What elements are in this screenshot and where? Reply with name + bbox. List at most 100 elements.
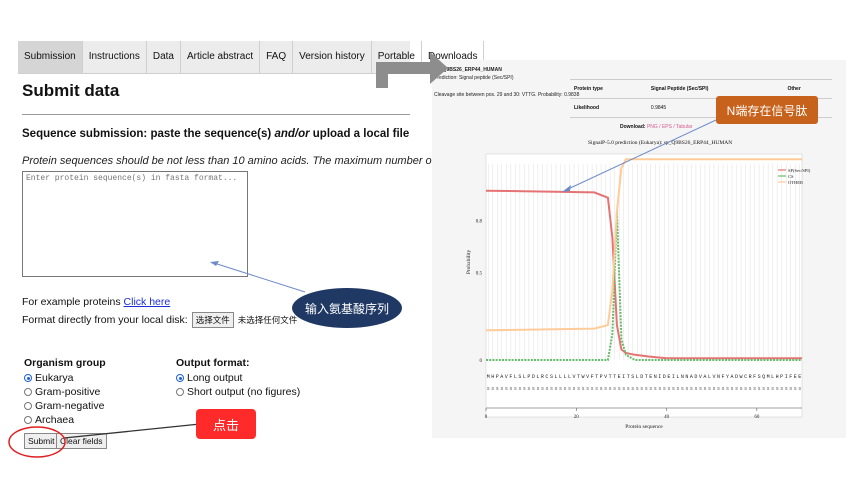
sequence-letter: L xyxy=(771,374,774,380)
sequence-label-row: S xyxy=(609,386,612,392)
sequence-label-row: S xyxy=(740,386,743,392)
sequence-label-row: S xyxy=(622,386,625,392)
sequence-label-row: S xyxy=(713,386,716,392)
x-tick-label: 20 xyxy=(574,415,580,420)
sequence-letter: T xyxy=(613,374,616,380)
sequence-label-row: S xyxy=(523,386,526,392)
submit-button[interactable]: Submit xyxy=(24,433,59,449)
x-tick-label: 40 xyxy=(664,415,670,420)
option-label: Gram-negative xyxy=(35,400,105,412)
example-text: For example proteins xyxy=(22,296,124,308)
sequence-letter: V xyxy=(586,374,589,380)
tab-portable[interactable]: Portable xyxy=(372,41,422,73)
sequence-letter: L xyxy=(554,374,557,380)
tab-version-history[interactable]: Version history xyxy=(293,41,372,73)
sequence-letter: S xyxy=(631,374,634,380)
section-heading: Sequence submission: paste the sequence(… xyxy=(22,128,409,140)
sequence-label-row: S xyxy=(519,386,522,392)
organism-option-gram-negative[interactable]: Gram-negative xyxy=(24,399,106,413)
x-tick-label: 60 xyxy=(754,415,760,420)
tab-submission[interactable]: Submission xyxy=(18,41,83,73)
sequence-label-row: S xyxy=(780,386,783,392)
legend-label: CS xyxy=(788,174,794,179)
sequence-input[interactable] xyxy=(22,171,248,277)
sequence-label-row: S xyxy=(708,386,711,392)
sequence-letter: D xyxy=(640,374,643,380)
sequence-letter: E xyxy=(667,374,670,380)
sequence-label-row: S xyxy=(618,386,621,392)
sequence-letter: L xyxy=(514,374,517,380)
sequence-letter: S xyxy=(518,374,521,380)
sequence-label-row: S xyxy=(785,386,788,392)
sequence-letter: A xyxy=(703,374,706,380)
sequence-label-row: S xyxy=(595,386,598,392)
sequence-label-row: S xyxy=(722,386,725,392)
sequence-label-row: S xyxy=(550,386,553,392)
radio-icon[interactable] xyxy=(24,374,32,382)
output-option-long[interactable]: Long output xyxy=(176,371,300,385)
radio-icon[interactable] xyxy=(24,388,32,396)
sequence-letter: P xyxy=(780,374,783,380)
sequence-label-row: S xyxy=(559,386,562,392)
legend-label: OTHER xyxy=(788,180,803,185)
tab-instructions[interactable]: Instructions xyxy=(83,41,147,73)
sequence-letter: L xyxy=(636,374,639,380)
y-tick-label: 0.5 xyxy=(476,272,483,277)
sequence-letter: N xyxy=(717,374,720,380)
sequence-label-row: S xyxy=(717,386,720,392)
organism-option-archaea[interactable]: Archaea xyxy=(24,413,106,427)
sequence-letter: Y xyxy=(726,374,729,380)
n-terminal-callout: N端存在信号肽 xyxy=(716,96,818,124)
sequence-label-row: S xyxy=(541,386,544,392)
sequence-letter: L xyxy=(708,374,711,380)
option-label: Archaea xyxy=(35,414,75,426)
sequence-label-row: S xyxy=(582,386,585,392)
choose-file-button[interactable]: 选择文件 xyxy=(191,312,234,328)
sequence-label-row: S xyxy=(749,386,752,392)
sequence-label-row: S xyxy=(555,386,558,392)
sequence-letter: Q xyxy=(762,374,765,380)
organism-group: Organism group Eukarya Gram-positive Gra… xyxy=(24,357,106,427)
sequence-letter: S xyxy=(758,374,761,380)
sequence-letter: V xyxy=(604,374,607,380)
sequence-label-row: S xyxy=(704,386,707,392)
sequence-letter: D xyxy=(532,374,535,380)
sequence-letter: R xyxy=(749,374,752,380)
sequence-label-row: S xyxy=(699,386,702,392)
tab-faq[interactable]: FAQ xyxy=(260,41,294,73)
sequence-letter: P xyxy=(496,374,499,380)
sequence-letter: V xyxy=(573,374,576,380)
sequence-label-row: S xyxy=(771,386,774,392)
sequence-letter: T xyxy=(577,374,580,380)
radio-icon[interactable] xyxy=(176,374,184,382)
radio-icon[interactable] xyxy=(24,416,32,424)
radio-icon[interactable] xyxy=(24,402,32,410)
sequence-letter: D xyxy=(694,374,697,380)
sequence-label-row: S xyxy=(798,386,801,392)
output-option-short[interactable]: Short output (no figures) xyxy=(176,385,300,399)
organism-option-gram-positive[interactable]: Gram-positive xyxy=(24,385,106,399)
sequence-letter: I xyxy=(658,374,661,380)
sequence-label-row: S xyxy=(744,386,747,392)
clear-fields-button[interactable]: Clear fields xyxy=(56,433,107,449)
sequence-letter: T xyxy=(645,374,648,380)
tab-data[interactable]: Data xyxy=(147,41,181,73)
sequence-letter: M xyxy=(767,374,770,380)
submission-page: Submission Instructions Data Article abs… xyxy=(18,41,519,461)
sequence-label-row: S xyxy=(631,386,634,392)
sequence-label-row: S xyxy=(568,386,571,392)
sequence-label-row: S xyxy=(640,386,643,392)
sequence-label-row: S xyxy=(789,386,792,392)
example-link[interactable]: Click here xyxy=(124,296,171,308)
heading-italic: and/or xyxy=(274,128,310,140)
sequence-label-row: S xyxy=(686,386,689,392)
sequence-label-row: S xyxy=(767,386,770,392)
sequence-letter: V xyxy=(699,374,702,380)
organism-option-eukarya[interactable]: Eukarya xyxy=(24,371,106,385)
sequence-letter: L xyxy=(676,374,679,380)
radio-icon[interactable] xyxy=(176,388,184,396)
sequence-letter: L xyxy=(568,374,571,380)
tab-article-abstract[interactable]: Article abstract xyxy=(181,41,261,73)
sequence-label-row: S xyxy=(677,386,680,392)
sequence-letter: N xyxy=(681,374,684,380)
